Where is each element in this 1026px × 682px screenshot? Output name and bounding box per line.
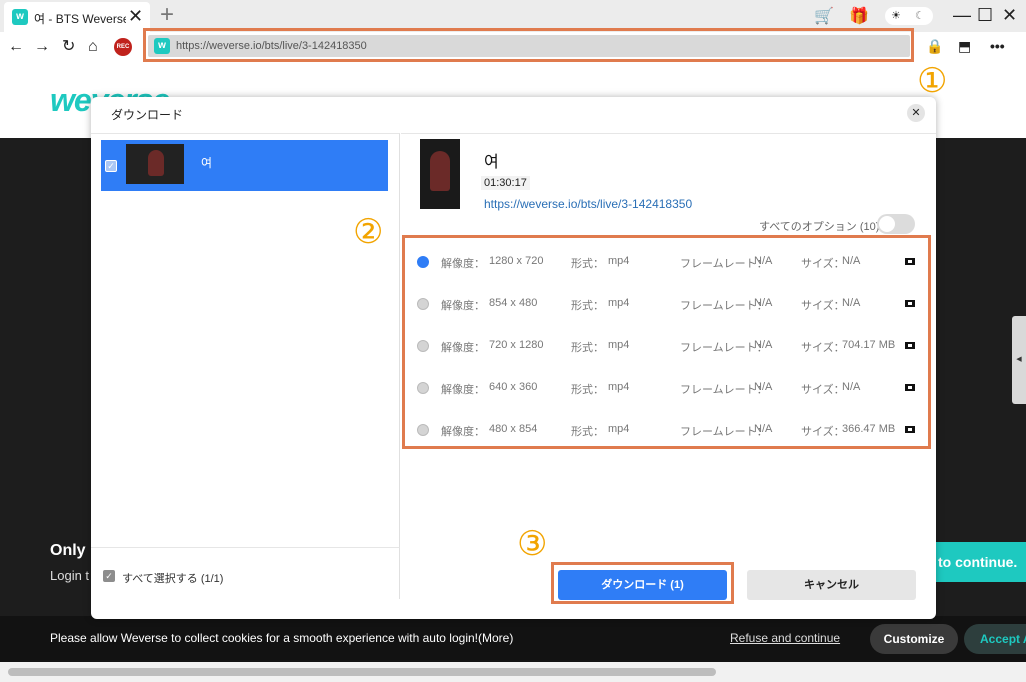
home-icon[interactable]: ⌂ bbox=[88, 36, 98, 58]
dialog-footer: ダウンロード (1) キャンセル bbox=[91, 547, 936, 619]
video-preview-thumbnail bbox=[420, 139, 460, 209]
video-duration: 01:30:17 bbox=[481, 176, 530, 190]
weverse-favicon-icon: w bbox=[12, 9, 28, 25]
customize-button[interactable]: Customize bbox=[870, 624, 958, 654]
all-options-label: すべてのオプション (10) bbox=[759, 221, 880, 233]
back-icon[interactable]: ← bbox=[8, 36, 24, 58]
callout-box-formats bbox=[402, 235, 931, 449]
cookie-message: Please allow Weverse to collect cookies … bbox=[50, 631, 514, 645]
tab-title: 여 - BTS Weverse bbox=[34, 12, 126, 26]
video-url-link[interactable]: https://weverse.io/bts/live/3-142418350 bbox=[484, 197, 692, 211]
window-close-icon[interactable]: ✕ bbox=[1002, 4, 1017, 26]
refuse-link[interactable]: Refuse and continue bbox=[730, 631, 840, 645]
login-heading: Only bbox=[50, 542, 86, 559]
cookie-banner: Please allow Weverse to collect cookies … bbox=[0, 616, 1026, 662]
accept-button[interactable]: Accept A bbox=[964, 624, 1026, 654]
all-options-toggle[interactable] bbox=[877, 214, 915, 234]
login-subtext: Login t bbox=[50, 568, 90, 583]
dialog-close-icon[interactable]: ✕ bbox=[907, 104, 925, 122]
side-panel-toggle[interactable]: ◀ bbox=[1012, 316, 1026, 404]
sun-icon: ☀ bbox=[891, 10, 901, 22]
gift-icon[interactable]: 🎁 bbox=[849, 6, 869, 26]
callout-number-2: ② bbox=[353, 212, 384, 252]
video-list-item[interactable]: ✓ 여 bbox=[101, 140, 388, 191]
moon-icon: ☾ bbox=[915, 10, 925, 22]
reload-icon[interactable]: ↻ bbox=[62, 36, 75, 58]
more-menu-icon[interactable]: ••• bbox=[990, 37, 1005, 55]
maximize-icon[interactable]: ☐ bbox=[977, 4, 993, 26]
tab-close-icon[interactable]: ✕ bbox=[128, 6, 143, 26]
cancel-button[interactable]: キャンセル bbox=[747, 570, 916, 600]
new-tab-icon[interactable]: + bbox=[160, 2, 174, 28]
video-checkbox[interactable]: ✓ bbox=[105, 160, 117, 172]
callout-number-3: ③ bbox=[517, 524, 548, 564]
minimize-icon[interactable]: — bbox=[953, 4, 971, 26]
browser-window: w 여 - BTS Weverse ✕ + 🛒 🎁 ☀ ☾ — ☐ ✕ ← → … bbox=[0, 0, 1026, 682]
cart-icon[interactable]: 🛒 bbox=[814, 6, 834, 26]
browser-tab[interactable]: w 여 - BTS Weverse ✕ bbox=[4, 2, 150, 32]
record-icon[interactable]: REC bbox=[114, 38, 132, 56]
horizontal-scrollbar[interactable] bbox=[0, 662, 1026, 682]
callout-number-1: ① bbox=[917, 61, 948, 101]
callout-box-download bbox=[551, 562, 734, 604]
video-thumbnail bbox=[126, 144, 184, 184]
callout-box-url bbox=[143, 28, 914, 62]
theme-toggle[interactable]: ☀ ☾ bbox=[885, 7, 933, 25]
continue-button[interactable]: to continue. bbox=[936, 542, 1026, 582]
video-list-panel: ✓ 여 bbox=[91, 133, 400, 547]
dialog-title: ダウンロード bbox=[111, 108, 184, 122]
download-list-icon[interactable]: ⬒ bbox=[958, 37, 971, 55]
video-item-name: 여 bbox=[201, 156, 213, 170]
scrollbar-thumb[interactable] bbox=[8, 668, 716, 676]
forward-icon[interactable]: → bbox=[34, 36, 50, 58]
video-title: 여 bbox=[484, 154, 499, 171]
lock-icon[interactable]: 🔒 bbox=[926, 37, 943, 55]
